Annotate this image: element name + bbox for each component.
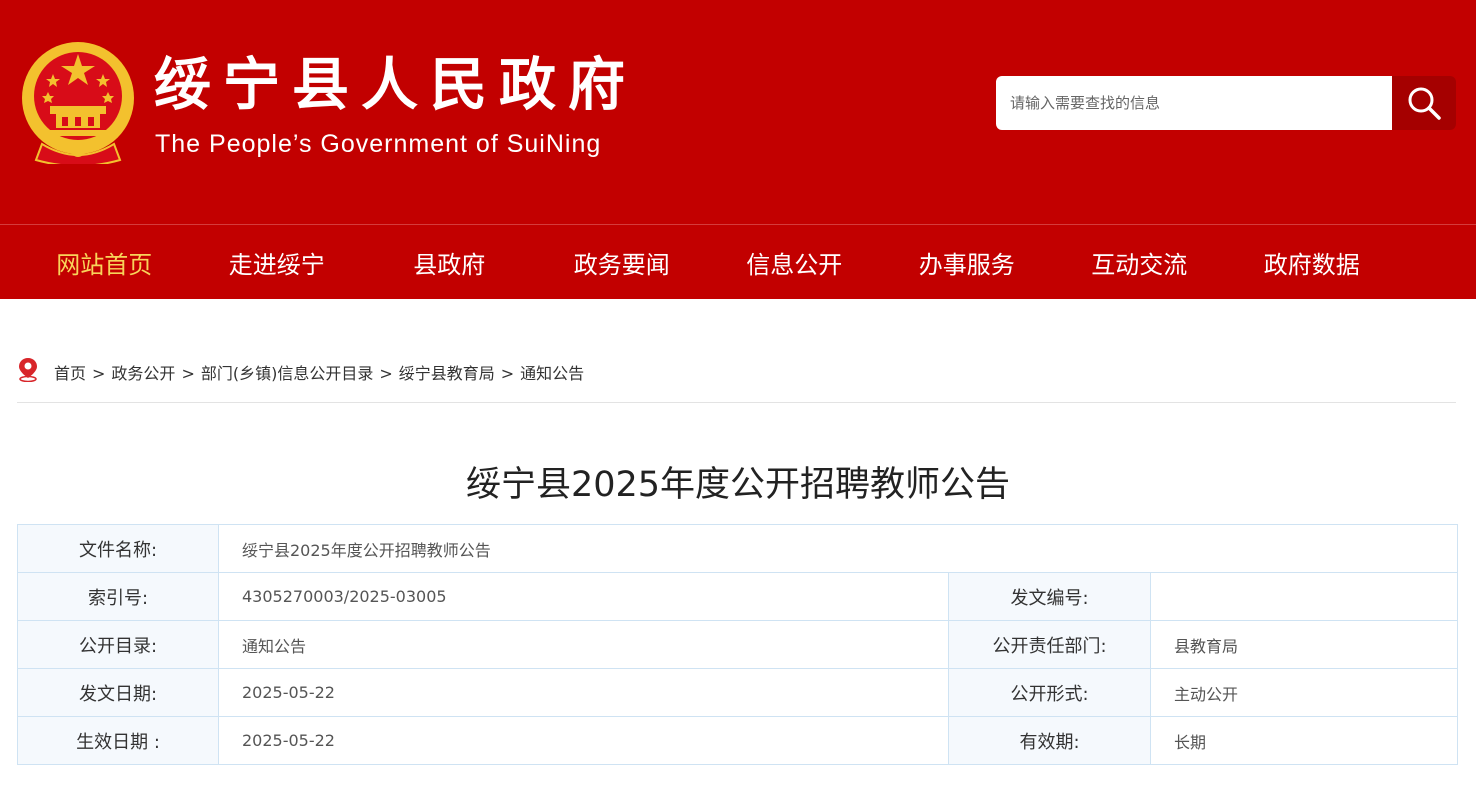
effective-date-label: 生效日期 : xyxy=(17,716,219,765)
breadcrumb-link-gov-affairs[interactable]: 政务公开 xyxy=(111,364,175,383)
disclosure-form-value: 主动公开 xyxy=(1149,668,1459,717)
validity-label: 有效期: xyxy=(948,716,1151,765)
breadcrumb-separator: > xyxy=(92,364,106,383)
national-emblem-icon xyxy=(22,42,134,164)
search-input[interactable] xyxy=(996,76,1392,130)
site-title: 绥宁县人民政府 xyxy=(154,51,637,118)
nav-item-news[interactable]: 政务要闻 xyxy=(536,245,709,280)
document-title: 绥宁县2025年度公开招聘教师公告 xyxy=(465,465,1011,505)
breadcrumb-link-education-bureau[interactable]: 绥宁县教育局 xyxy=(399,364,495,383)
breadcrumb-separator: > xyxy=(379,364,393,383)
table-row: 公开目录: 通知公告 公开责任部门: 县教育局 xyxy=(17,620,1459,669)
search-bar xyxy=(996,76,1456,130)
search-icon xyxy=(1408,87,1441,120)
site-header: 绥宁县人民政府 The People’s Government of SuiNi… xyxy=(0,0,1476,224)
nav-item-home[interactable]: 网站首页 xyxy=(18,245,191,280)
nav-item-county-government[interactable]: 县政府 xyxy=(363,245,536,280)
breadcrumb-trail: 首页 > 政务公开 > 部门(乡镇)信息公开目录 > 绥宁县教育局 > 通知公告 xyxy=(54,360,584,384)
responsible-dept-value: 县教育局 xyxy=(1149,620,1459,669)
breadcrumb-separator: > xyxy=(500,364,515,383)
table-row: 索引号: 4305270003/2025-03005 发文编号: xyxy=(17,572,1459,621)
table-row: 发文日期: 2025-05-22 公开形式: 主动公开 xyxy=(17,668,1459,717)
index-number-label: 索引号: xyxy=(17,572,219,621)
document-number-value xyxy=(1149,572,1459,621)
nav-item-info-disclosure[interactable]: 信息公开 xyxy=(708,245,881,280)
breadcrumb-link-home[interactable]: 首页 xyxy=(54,364,86,383)
responsible-dept-label: 公开责任部门: xyxy=(948,620,1151,669)
issue-date-label: 发文日期: xyxy=(17,668,219,717)
table-row: 文件名称: 绥宁县2025年度公开招聘教师公告 xyxy=(17,524,1459,573)
validity-value: 长期 xyxy=(1149,716,1459,765)
catalog-label: 公开目录: xyxy=(17,620,219,669)
breadcrumb-link-notices[interactable]: 通知公告 xyxy=(520,364,584,383)
nav-item-services[interactable]: 办事服务 xyxy=(881,245,1054,280)
table-row: 生效日期 : 2025-05-22 有效期: 长期 xyxy=(17,716,1459,765)
document-number-label: 发文编号: xyxy=(948,572,1151,621)
file-name-value: 绥宁县2025年度公开招聘教师公告 xyxy=(217,524,1459,573)
file-name-label: 文件名称: xyxy=(17,524,219,573)
location-pin-icon xyxy=(19,358,37,382)
breadcrumb-link-dept-catalog[interactable]: 部门(乡镇)信息公开目录 xyxy=(201,364,374,383)
nav-item-gov-data[interactable]: 政府数据 xyxy=(1226,245,1399,280)
disclosure-form-label: 公开形式: xyxy=(948,668,1151,717)
issue-date-value: 2025-05-22 xyxy=(218,668,949,717)
catalog-value: 通知公告 xyxy=(218,620,949,669)
breadcrumb-separator: > xyxy=(181,364,195,383)
site-subtitle: The People’s Government of SuiNing xyxy=(155,130,602,158)
main-nav: 网站首页 走进绥宁 县政府 政务要闻 信息公开 办事服务 互动交流 政府数据 xyxy=(0,224,1476,299)
index-number-value: 4305270003/2025-03005 xyxy=(218,572,949,621)
effective-date-value: 2025-05-22 xyxy=(218,716,949,765)
nav-item-about[interactable]: 走进绥宁 xyxy=(191,245,364,280)
nav-item-interaction[interactable]: 互动交流 xyxy=(1053,245,1226,280)
breadcrumb: 首页 > 政务公开 > 部门(乡镇)信息公开目录 > 绥宁县教育局 > 通知公告 xyxy=(17,356,1456,403)
document-metadata-table: 文件名称: 绥宁县2025年度公开招聘教师公告 索引号: 4305270003/… xyxy=(17,524,1459,765)
search-button[interactable] xyxy=(1392,76,1456,130)
